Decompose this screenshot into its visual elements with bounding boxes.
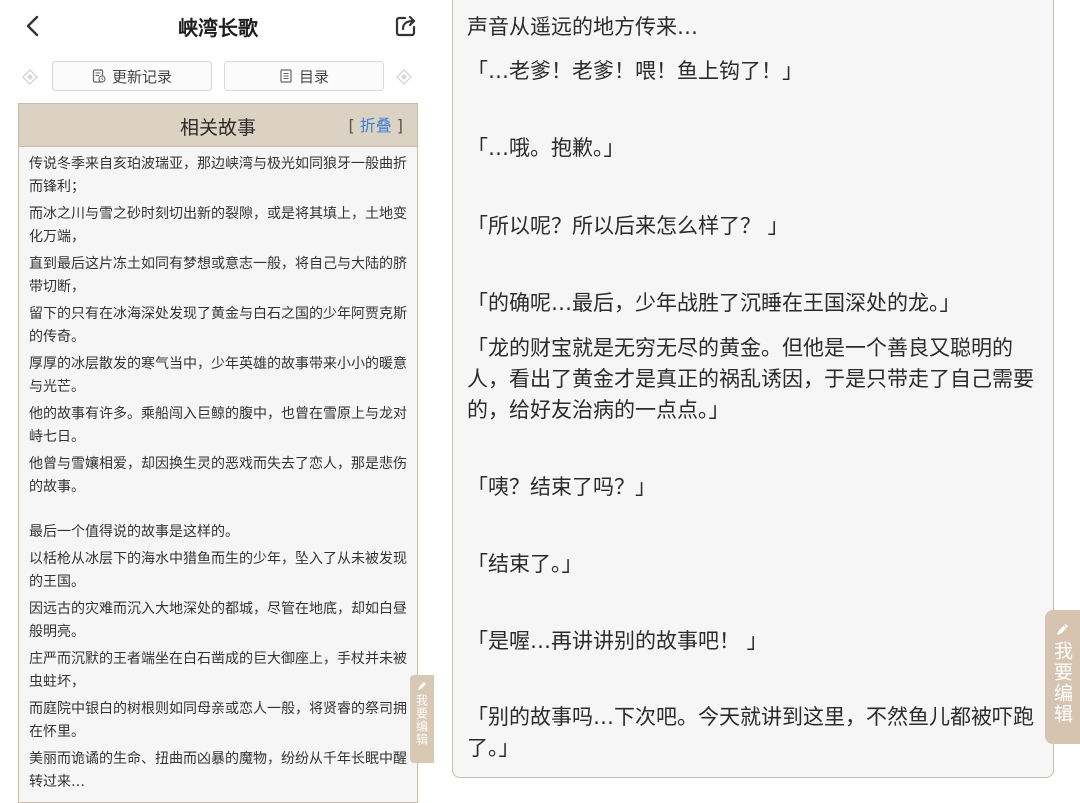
story-text: 传说冬季来自亥珀波瑞亚，那边峡湾与极光如同狼牙一般曲折而锋利； 而冰之川与雪之砂… — [19, 147, 417, 794]
update-log-label: 更新记录 — [111, 67, 172, 86]
story-paragraph: 而冰之川与雪之砂时刻切出新的裂隙，或是将其填上，土地变化万端， — [29, 206, 407, 245]
pencil-icon — [418, 682, 426, 690]
dialogue-line: 「的确呢…最后，少年战胜了沉睡在王国深处的龙。」 — [467, 291, 961, 315]
story-paragraph: 因远古的灾难而沉入大地深处的都城，尽管在地底，却如白昼般明亮。 — [29, 601, 407, 640]
catalog-label: 目录 — [298, 67, 329, 86]
edit-tab[interactable]: 我要编辑 — [1045, 610, 1080, 744]
story-paragraph: 直到最后这片冻土如同有梦想或意志一般，将自己与大陆的脐带切断， — [29, 256, 407, 295]
dialogue-line: 「别的故事吗…下次吧。今天就讲到这里，不然鱼儿都被吓跑了。」 — [467, 705, 1034, 760]
share-icon[interactable] — [392, 12, 420, 40]
story-paragraph: 他曾与雪孃相爱，却因换生灵的恶戏而失去了恋人，那是悲伤的故事。 — [29, 456, 407, 495]
dialogue-line: 「咦？结束了吗？」 — [467, 475, 656, 499]
edit-tab-small[interactable]: 我要编辑 — [410, 675, 434, 763]
edit-tab-label: 我要编辑 — [414, 694, 429, 746]
dialogue-line: 「龙的财宝就是无穷无尽的黄金。但他是一个善良又聪明的人，看出了黄金才是真正的祸乱… — [467, 336, 1034, 422]
update-log-icon — [92, 69, 106, 83]
dialogue-line: 「结束了。」 — [467, 552, 583, 576]
catalog-icon — [280, 69, 292, 83]
fold-bracket-open: [ — [348, 116, 355, 135]
dialogue-panel: 声音从遥远的地方传来… 「…老爹！老爹！喂！鱼上钩了！」 「…哦。抱歉。」 「所… — [452, 0, 1054, 778]
story-paragraph: 他的故事有许多。乘船闯入巨鲸的腹中，也曾在雪原上与龙对峙七日。 — [29, 406, 407, 445]
dialogue-line: 「所以呢？所以后来怎么样了？ 」 — [467, 214, 789, 238]
story-paragraph: 美丽而诡谲的生命、扭曲而凶暴的魔物，纷纷从千年长眠中醒转过来… — [29, 751, 407, 790]
dialogue-line: 声音从遥远的地方传来… — [467, 15, 698, 39]
dialogue-line: 「是喔…再讲讲别的故事吧！ 」 — [467, 629, 768, 653]
dialogue-line: 「…老爹！老爹！喂！鱼上钩了！」 — [467, 59, 803, 83]
panel-header: 相关故事 [折叠] — [19, 104, 417, 147]
diamond-ornament-icon — [22, 69, 38, 85]
left-panel: 峡湾长歌 更新记录 目录 相关故事 [折叠] 传说冬季来自亥珀波瑞亚，那边峡… — [0, 0, 436, 803]
story-paragraph: 最后一个值得说的故事是这样的。 — [29, 524, 239, 540]
fold-bracket-close: ] — [396, 116, 403, 135]
catalog-button[interactable]: 目录 — [224, 61, 384, 91]
related-story-panel: 相关故事 [折叠] 传说冬季来自亥珀波瑞亚，那边峡湾与极光如同狼牙一般曲折而锋利… — [18, 103, 418, 803]
diamond-ornament-icon — [396, 69, 412, 85]
story-paragraph: 庄严而沉默的王者端坐在白石凿成的巨大御座上，手杖并未被虫蛀坏， — [29, 651, 407, 690]
top-bar: 峡湾长歌 — [0, 0, 436, 52]
pencil-icon — [1056, 624, 1068, 635]
page-title: 峡湾长歌 — [178, 16, 258, 40]
fold-label: 折叠 — [359, 116, 392, 135]
story-paragraph: 厚厚的冰层散发的寒气当中，少年英雄的故事带来小小的暖意与光芒。 — [29, 356, 407, 395]
fold-button[interactable]: [折叠] — [348, 112, 403, 136]
update-log-button[interactable]: 更新记录 — [52, 61, 212, 91]
story-paragraph: 传说冬季来自亥珀波瑞亚，那边峡湾与极光如同狼牙一般曲折而锋利； — [29, 156, 407, 195]
story-paragraph: 留下的只有在冰海深处发现了黄金与白石之国的少年阿贾克斯的传奇。 — [29, 306, 407, 345]
button-row: 更新记录 目录 — [0, 60, 436, 94]
story-paragraph: 以栝枪从冰层下的海水中猎鱼而生的少年，坠入了从未被发现的王国。 — [29, 551, 407, 590]
edit-tab-label: 我要编辑 — [1051, 641, 1073, 725]
story-paragraph: 而庭院中银白的树根则如同母亲或恋人一般，将贤睿的祭司拥在怀里。 — [29, 701, 407, 740]
dialogue-line: 「…哦。抱歉。」 — [467, 136, 625, 160]
